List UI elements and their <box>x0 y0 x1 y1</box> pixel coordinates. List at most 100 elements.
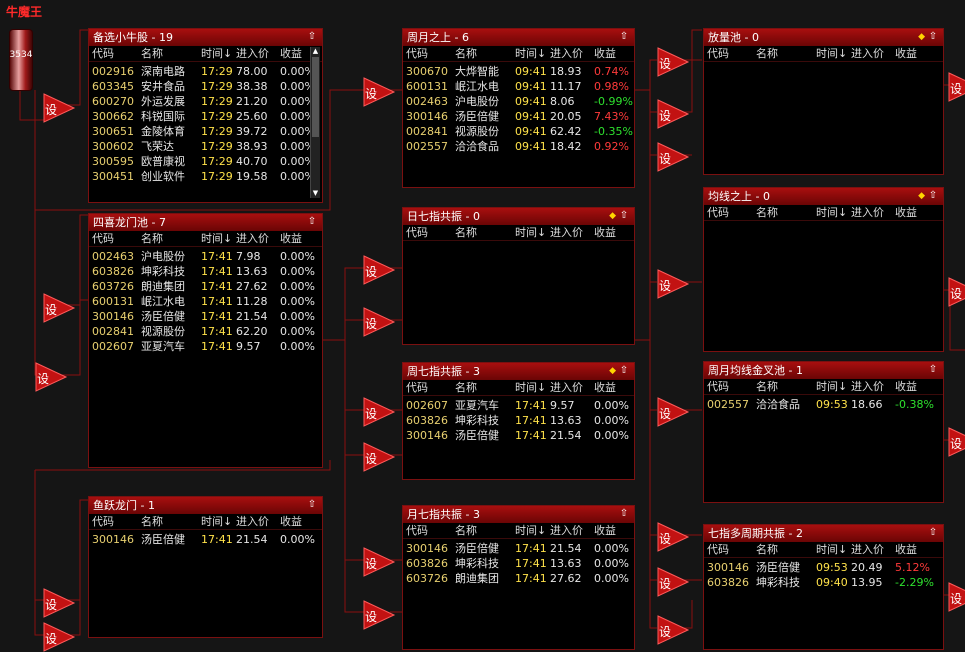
table-row[interactable]: 300602 飞荣达 17:29 38.93 0.00% <box>89 139 322 154</box>
collapse-arrow-icon[interactable]: ⇧ <box>306 215 318 228</box>
table-row[interactable]: 600131 岷江水电 17:41 11.28 0.00% <box>89 294 322 309</box>
panel-header[interactable]: 七指多周期共振 - 2 ⇧ <box>704 525 943 542</box>
col-gain[interactable]: 收益 <box>895 46 917 61</box>
collapse-arrow-icon[interactable]: ⇧ <box>618 507 630 520</box>
stock-pool-panel[interactable]: 放量池 - 0 ◆ ⇧ 代码 名称 时间↓ 进入价 收益 <box>703 28 944 175</box>
stock-pool-panel[interactable]: 备选小牛股 - 19 ⇧ 代码 名称 时间↓ 进入价 收益 002916 深南电路 17:29 78… <box>88 28 323 203</box>
collapse-arrow-icon[interactable]: ⇧ <box>618 364 630 377</box>
set-node-button[interactable]: 设 <box>43 622 79 652</box>
col-time[interactable]: 时间↓ <box>201 231 232 246</box>
col-code[interactable]: 代码 <box>92 46 114 61</box>
table-row[interactable]: 603345 安井食品 17:29 38.38 0.00% <box>89 79 322 94</box>
set-node-button[interactable]: 设 <box>35 362 71 392</box>
table-row[interactable]: 603826 坤彩科技 17:41 13.63 0.00% <box>89 264 322 279</box>
col-price[interactable]: 进入价 <box>851 46 884 61</box>
panel-header[interactable]: 备选小牛股 - 19 ⇧ <box>89 29 322 46</box>
table-row[interactable]: 603726 朗迪集团 17:41 27.62 0.00% <box>403 571 634 586</box>
set-node-button[interactable]: 设 <box>363 397 399 427</box>
set-node-button[interactable]: 设 <box>657 567 693 597</box>
col-price[interactable]: 进入价 <box>550 225 583 240</box>
collapse-arrow-icon[interactable]: ⇧ <box>618 30 630 43</box>
set-node-button[interactable]: 设 <box>363 600 399 630</box>
col-gain[interactable]: 收益 <box>280 514 302 529</box>
table-row[interactable]: 603826 坤彩科技 17:41 13.63 0.00% <box>403 413 634 428</box>
col-price[interactable]: 进入价 <box>236 46 269 61</box>
table-row[interactable]: 002841 视源股份 09:41 62.42 -0.35% <box>403 124 634 139</box>
table-row[interactable]: 002607 亚夏汽车 17:41 9.57 0.00% <box>89 339 322 354</box>
col-name[interactable]: 名称 <box>455 225 477 240</box>
col-code[interactable]: 代码 <box>92 514 114 529</box>
table-row[interactable]: 300662 科锐国际 17:29 25.60 0.00% <box>89 109 322 124</box>
set-node-button[interactable]: 设 <box>948 582 965 612</box>
table-row[interactable]: 300651 金陵体育 17:29 39.72 0.00% <box>89 124 322 139</box>
set-node-button[interactable]: 设 <box>657 397 693 427</box>
col-code[interactable]: 代码 <box>707 205 729 220</box>
table-row[interactable]: 002607 亚夏汽车 17:41 9.57 0.00% <box>403 398 634 413</box>
col-time[interactable]: 时间↓ <box>816 542 847 557</box>
diamond-icon[interactable]: ◆ <box>609 364 616 378</box>
stock-pool-panel[interactable]: 周月之上 - 6 ⇧ 代码 名称 时间↓ 进入价 收益 300670 大烨智能 09:41 18.9… <box>402 28 635 188</box>
set-node-button[interactable]: 设 <box>657 269 693 299</box>
col-code[interactable]: 代码 <box>707 379 729 394</box>
stock-pool-panel[interactable]: 月七指共振 - 3 ⇧ 代码 名称 时间↓ 进入价 收益 300146 汤臣倍健 17:41 21.… <box>402 505 635 650</box>
col-code[interactable]: 代码 <box>707 46 729 61</box>
collapse-arrow-icon[interactable]: ⇧ <box>618 209 630 222</box>
diamond-icon[interactable]: ◆ <box>609 209 616 223</box>
col-name[interactable]: 名称 <box>455 523 477 538</box>
col-price[interactable]: 进入价 <box>550 380 583 395</box>
col-code[interactable]: 代码 <box>406 46 428 61</box>
col-time[interactable]: 时间↓ <box>816 46 847 61</box>
panel-header[interactable]: 月七指共振 - 3 ⇧ <box>403 506 634 523</box>
col-price[interactable]: 进入价 <box>851 379 884 394</box>
col-gain[interactable]: 收益 <box>895 542 917 557</box>
vertical-scrollbar[interactable]: ▲ ▼ <box>310 47 320 198</box>
col-time[interactable]: 时间↓ <box>515 380 546 395</box>
col-gain[interactable]: 收益 <box>594 523 616 538</box>
stock-pool-panel[interactable]: 鱼跃龙门 - 1 ⇧ 代码 名称 时间↓ 进入价 收益 300146 汤臣倍健 17:41 21.5… <box>88 496 323 638</box>
set-node-button[interactable]: 设 <box>43 293 79 323</box>
set-node-button[interactable]: 设 <box>43 93 79 123</box>
diamond-icon[interactable]: ◆ <box>918 30 925 44</box>
stock-pool-panel[interactable]: 均线之上 - 0 ◆ ⇧ 代码 名称 时间↓ 进入价 收益 <box>703 187 944 352</box>
collapse-arrow-icon[interactable]: ⇧ <box>306 498 318 511</box>
col-gain[interactable]: 收益 <box>895 379 917 394</box>
set-node-button[interactable]: 设 <box>657 99 693 129</box>
scroll-down-icon[interactable]: ▼ <box>311 189 320 198</box>
collapse-arrow-icon[interactable]: ⇧ <box>927 189 939 202</box>
col-gain[interactable]: 收益 <box>280 46 302 61</box>
col-name[interactable]: 名称 <box>756 542 778 557</box>
table-row[interactable]: 002916 深南电路 17:29 78.00 0.00% <box>89 64 322 79</box>
set-node-button[interactable]: 设 <box>363 77 399 107</box>
col-time[interactable]: 时间↓ <box>201 46 232 61</box>
col-code[interactable]: 代码 <box>92 231 114 246</box>
set-node-button[interactable]: 设 <box>363 307 399 337</box>
collapse-arrow-icon[interactable]: ⇧ <box>306 30 318 43</box>
table-row[interactable]: 603726 朗迪集团 17:41 27.62 0.00% <box>89 279 322 294</box>
table-row[interactable]: 300146 汤臣倍健 17:41 21.54 0.00% <box>403 541 634 556</box>
col-gain[interactable]: 收益 <box>895 205 917 220</box>
set-node-button[interactable]: 设 <box>948 277 965 307</box>
col-name[interactable]: 名称 <box>756 205 778 220</box>
table-row[interactable]: 300451 创业软件 17:29 19.58 0.00% <box>89 169 322 184</box>
panel-header[interactable]: 均线之上 - 0 ◆ ⇧ <box>704 188 943 205</box>
table-row[interactable]: 300146 汤臣倍健 17:41 21.54 0.00% <box>89 309 322 324</box>
table-row[interactable]: 300146 汤臣倍健 09:53 20.49 5.12% <box>704 560 943 575</box>
set-node-button[interactable]: 设 <box>363 442 399 472</box>
col-time[interactable]: 时间↓ <box>515 46 546 61</box>
table-row[interactable]: 603826 坤彩科技 09:40 13.95 -2.29% <box>704 575 943 590</box>
table-row[interactable]: 300146 汤臣倍健 09:41 20.05 7.43% <box>403 109 634 124</box>
col-price[interactable]: 进入价 <box>236 514 269 529</box>
col-code[interactable]: 代码 <box>406 380 428 395</box>
col-code[interactable]: 代码 <box>406 225 428 240</box>
stock-counter-cylinder[interactable]: 3534 <box>9 29 33 91</box>
set-node-button[interactable]: 设 <box>363 547 399 577</box>
table-row[interactable]: 600270 外运发展 17:29 21.20 0.00% <box>89 94 322 109</box>
col-name[interactable]: 名称 <box>141 514 163 529</box>
set-node-button[interactable]: 设 <box>657 47 693 77</box>
col-price[interactable]: 进入价 <box>550 523 583 538</box>
col-code[interactable]: 代码 <box>707 542 729 557</box>
col-time[interactable]: 时间↓ <box>515 523 546 538</box>
table-row[interactable]: 002557 洽洽食品 09:53 18.66 -0.38% <box>704 397 943 412</box>
panel-header[interactable]: 鱼跃龙门 - 1 ⇧ <box>89 497 322 514</box>
set-node-button[interactable]: 设 <box>948 72 965 102</box>
